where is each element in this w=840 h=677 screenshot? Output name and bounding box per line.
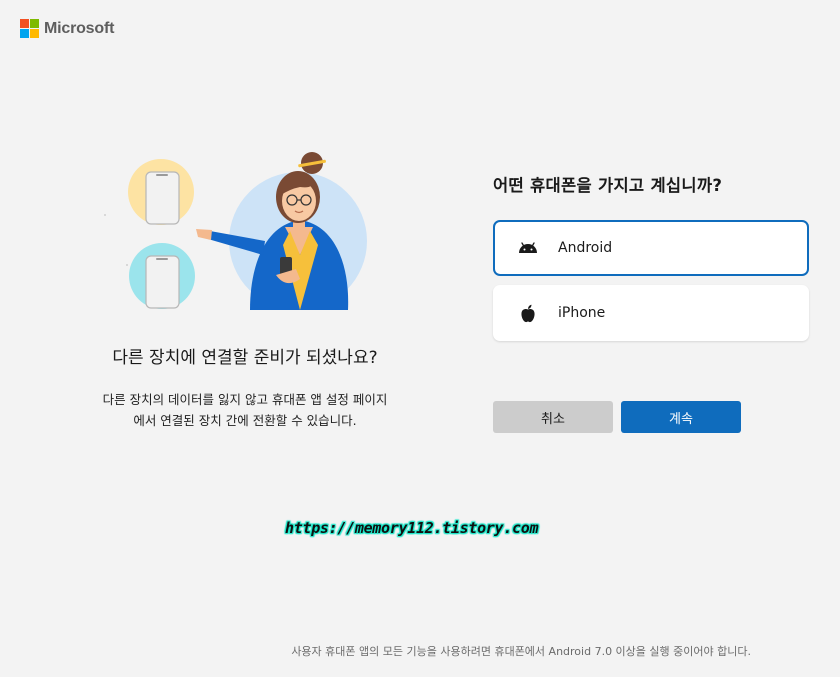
description-line-2: 에서 연결된 장치 간에 전환할 수 있습니다. bbox=[133, 413, 357, 428]
option-android[interactable]: Android bbox=[493, 220, 809, 276]
cancel-button[interactable]: 취소 bbox=[493, 401, 613, 433]
connect-ready-title: 다른 장치에 연결할 준비가 되셨나요? bbox=[112, 348, 378, 368]
microsoft-logo-icon bbox=[20, 19, 39, 38]
android-requirement-note: 사용자 휴대폰 앱의 모든 기능을 사용하려면 휴대폰에서 Android 7.… bbox=[291, 645, 751, 658]
connect-devices-illustration bbox=[104, 152, 367, 310]
brand-name: Microsoft bbox=[44, 19, 115, 37]
watermark-text: https://memory112.tistory.com bbox=[285, 519, 539, 537]
option-iphone-label: iPhone bbox=[558, 305, 606, 321]
continue-button[interactable]: 계속 bbox=[621, 401, 741, 433]
android-icon bbox=[518, 238, 538, 258]
apple-icon bbox=[518, 303, 538, 323]
description-line-1: 다른 장치의 데이터를 잃지 않고 휴대폰 앱 설정 페이지 bbox=[102, 392, 388, 407]
connect-description: 다른 장치의 데이터를 잃지 않고 휴대폰 앱 설정 페이지 에서 연결된 장치… bbox=[40, 389, 450, 431]
option-iphone[interactable]: iPhone bbox=[493, 285, 809, 341]
microsoft-brand: Microsoft bbox=[20, 19, 114, 38]
option-android-label: Android bbox=[558, 240, 613, 256]
phone-type-question: 어떤 휴대폰을 가지고 계십니까? bbox=[493, 176, 723, 195]
